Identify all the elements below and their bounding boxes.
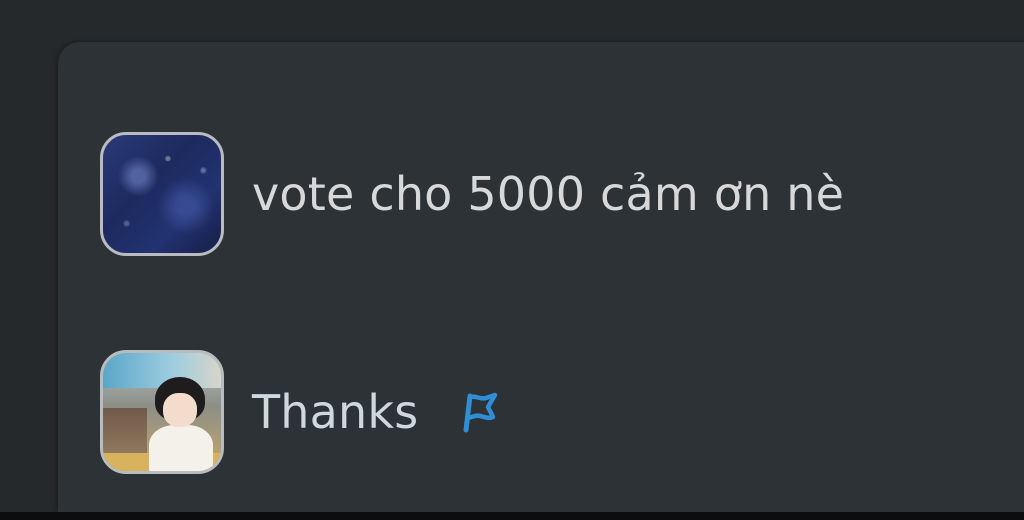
flag-icon xyxy=(463,392,498,433)
anime-avatar-icon[interactable] xyxy=(100,350,224,474)
comment-text: Thanks xyxy=(252,385,419,439)
comment-text: vote cho 5000 cảm ơn nè xyxy=(252,167,845,221)
bottom-bar xyxy=(0,512,1024,520)
report-button[interactable] xyxy=(454,388,502,436)
app-background: vote cho 5000 cảm ơn nè Thanks xyxy=(0,0,1024,520)
comment-item: vote cho 5000 cảm ơn nè xyxy=(100,132,844,256)
galaxy-avatar-icon[interactable] xyxy=(100,132,224,256)
comment-item: Thanks xyxy=(100,350,502,474)
